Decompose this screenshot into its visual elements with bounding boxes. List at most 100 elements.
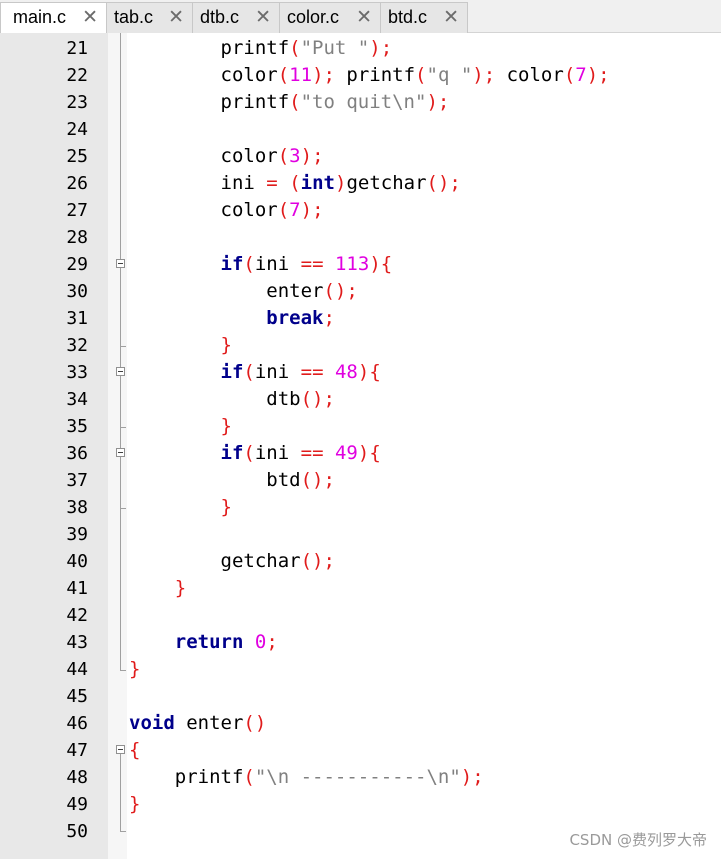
code-line[interactable]: 47 { [0, 737, 721, 764]
code-line[interactable]: 21 printf("Put "); [0, 35, 721, 62]
code-line[interactable]: 31 break; [0, 305, 721, 332]
code-token: color [506, 64, 564, 86]
code-text: void enter() [129, 710, 266, 737]
code-token: getchar [220, 550, 301, 572]
code-text: break; [129, 305, 335, 332]
code-line[interactable]: 38 } [0, 494, 721, 521]
code-line[interactable]: 48 printf("\n -----------\n"); [0, 764, 721, 791]
code-token: 113 [334, 253, 370, 275]
code-token: 49 [334, 442, 358, 464]
tab-color-c[interactable]: color.c ✕ [279, 2, 381, 33]
code-token: ( [563, 64, 576, 86]
code-line[interactable]: 49} [0, 791, 721, 818]
code-line[interactable]: 45 [0, 683, 721, 710]
code-token: 11 [289, 64, 313, 86]
code-token: (); [323, 280, 358, 302]
code-text: { [129, 737, 140, 764]
line-number: 22 [66, 65, 88, 86]
close-icon[interactable]: ✕ [255, 6, 271, 28]
tab-tab-c[interactable]: tab.c ✕ [106, 2, 193, 33]
code-token: 48 [334, 361, 358, 383]
close-icon[interactable]: ✕ [356, 6, 372, 28]
line-number: 29 [66, 254, 88, 275]
line-number: 37 [66, 470, 88, 491]
code-line[interactable]: 26 ini = (int)getchar(); [0, 170, 721, 197]
code-line[interactable]: 29 if(ini == 113){ [0, 251, 721, 278]
code-token: ); [472, 64, 496, 86]
code-token: ( [277, 199, 290, 221]
line-number: 36 [66, 443, 88, 464]
line-number: 42 [66, 605, 88, 626]
code-line[interactable]: 40 getchar(); [0, 548, 721, 575]
code-line[interactable]: 23 printf("to quit\n"); [0, 89, 721, 116]
code-text: } [129, 413, 232, 440]
code-text: } [129, 332, 232, 359]
code-token: printf [174, 766, 244, 788]
line-number: 23 [66, 92, 88, 113]
code-token: ; [323, 307, 335, 329]
code-line[interactable]: 46 void enter() [0, 710, 721, 737]
tab-main-c[interactable]: main.c ✕ [0, 2, 107, 34]
code-token: ){ [369, 253, 393, 275]
code-token: 0 [254, 631, 267, 653]
code-token: enter [186, 712, 244, 734]
code-line[interactable]: 33 if(ini == 48){ [0, 359, 721, 386]
code-token: printf [220, 91, 290, 113]
line-number: 26 [66, 173, 88, 194]
code-line[interactable]: 27 color(7); [0, 197, 721, 224]
code-token: ); [426, 91, 450, 113]
code-text: return 0; [129, 629, 278, 656]
code-token: } [174, 577, 187, 599]
close-icon[interactable]: ✕ [168, 6, 184, 28]
code-token: "q " [426, 64, 473, 86]
code-line[interactable]: 39 [0, 521, 721, 548]
code-line[interactable]: 42 [0, 602, 721, 629]
code-token: void [129, 712, 175, 734]
code-token: ini [254, 253, 290, 275]
code-text: color(3); [129, 143, 324, 170]
code-line[interactable]: 43 return 0; [0, 629, 721, 656]
line-number: 41 [66, 578, 88, 599]
tab-label: btd.c [388, 7, 428, 27]
code-line[interactable]: 35 } [0, 413, 721, 440]
line-number: 21 [66, 38, 88, 59]
code-text: } [129, 656, 140, 683]
code-line[interactable]: 25 color(3); [0, 143, 721, 170]
code-token: ); [369, 37, 393, 59]
code-line[interactable]: 22 color(11); printf("q "); color(7); [0, 62, 721, 89]
tab-dtb-c[interactable]: dtb.c ✕ [192, 2, 280, 33]
code-line[interactable]: 24 [0, 116, 721, 143]
tab-btd-c[interactable]: btd.c ✕ [380, 2, 468, 33]
code-token: if [220, 253, 244, 275]
close-icon[interactable]: ✕ [443, 6, 459, 28]
code-token: } [220, 496, 232, 518]
code-text: getchar(); [129, 548, 335, 575]
code-line[interactable]: 36 if(ini == 49){ [0, 440, 721, 467]
code-token: ( [415, 64, 427, 86]
code-token: ); [312, 64, 335, 86]
close-icon[interactable]: ✕ [82, 6, 98, 28]
code-line[interactable]: 44} [0, 656, 721, 683]
tab-label: main.c [13, 7, 67, 27]
tab-label: color.c [287, 7, 340, 27]
code-token: ) [334, 172, 347, 194]
code-line[interactable]: 32 } [0, 332, 721, 359]
code-line[interactable]: 34 dtb(); [0, 386, 721, 413]
code-line[interactable]: 30 enter(); [0, 278, 721, 305]
code-line[interactable]: 37 btd(); [0, 467, 721, 494]
line-number: 24 [66, 119, 88, 140]
code-editor[interactable]: 21 printf("Put "); 22 color(11); printf("… [0, 35, 721, 845]
code-line[interactable]: 41 } [0, 575, 721, 602]
code-token: ini [220, 172, 255, 194]
code-line[interactable]: 28 [0, 224, 721, 251]
